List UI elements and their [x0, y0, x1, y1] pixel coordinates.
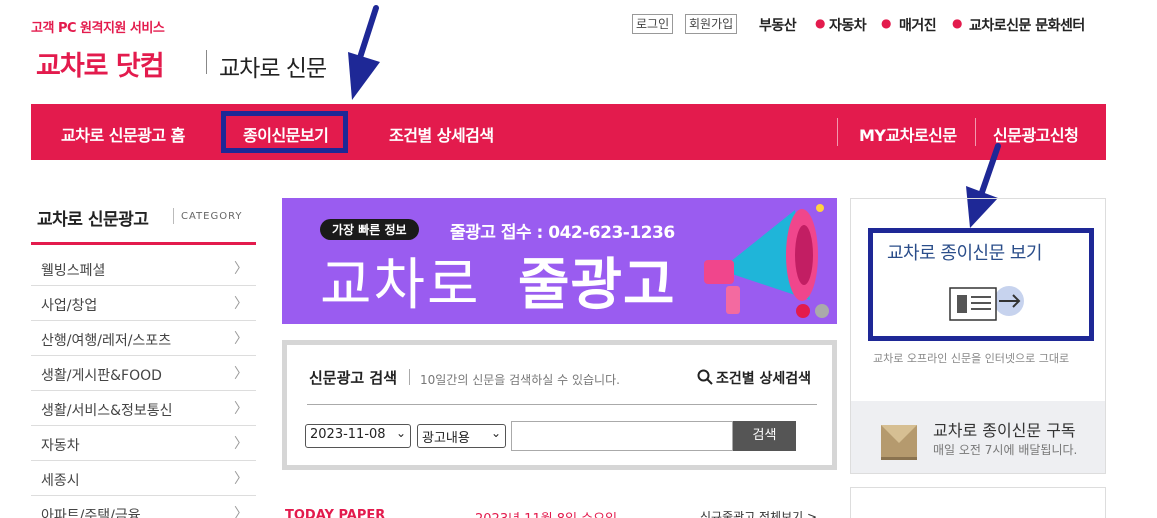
nav-divider — [837, 118, 838, 146]
advanced-search-label: 조건별 상세검색 — [716, 371, 812, 387]
envelope-icon — [881, 425, 917, 460]
slide-indicator-active[interactable] — [796, 304, 810, 318]
sidebar-item-sejong[interactable]: 세종시 〉 — [31, 461, 256, 496]
sidebar-item-label: 산행/여행/레저/스포츠 — [41, 333, 172, 349]
chevron-right-icon: 〉 — [234, 296, 248, 312]
chevron-down-icon: ⌄ — [490, 426, 501, 440]
main-nav: 교차로 신문광고 홈 종이신문보기 조건별 상세검색 MY교차로신문 신문광고신… — [31, 104, 1106, 160]
remote-support-link[interactable]: 고객 PC 원격지원 서비스 — [31, 17, 165, 36]
banner-pill: 가장 빠른 정보 — [320, 219, 419, 240]
search-description: 10일간의 신문을 검색하실 수 있습니다. — [420, 373, 620, 387]
subscribe-description: 매일 오전 7시에 배달됩니다. — [933, 443, 1078, 457]
sidebar-item-label: 세종시 — [41, 473, 80, 489]
sidebar-item-life-service[interactable]: 생활/서비스&정보통신 〉 — [31, 391, 256, 426]
sidebar-item-label: 사업/창업 — [41, 298, 98, 314]
sidebar-item-leisure[interactable]: 산행/여행/레저/스포츠 〉 — [31, 321, 256, 356]
chevron-right-icon: 〉 — [234, 436, 248, 452]
chevron-right-icon: 〉 — [234, 401, 248, 417]
sidebar-title: 교차로 신문광고 — [37, 210, 149, 230]
chevron-right-icon: 〉 — [234, 471, 248, 487]
bullet-icon: ● — [952, 16, 963, 30]
newspaper-arrow-icon[interactable] — [947, 282, 1029, 324]
slide-indicator[interactable] — [815, 304, 829, 318]
nav-my-paper[interactable]: MY교차로신문 — [859, 122, 957, 146]
logo-divider — [206, 50, 207, 74]
subscribe-title: 교차로 종이신문 구독 — [933, 421, 1076, 440]
logo[interactable]: 교차로 닷컴 — [36, 44, 165, 83]
sidebar-title-divider — [173, 208, 174, 224]
today-paper-date: 2023년 11월 8일 수요일 — [475, 508, 617, 518]
ad-search-panel: 신문광고 검색 10일간의 신문을 검색하실 수 있습니다. 조건별 상세검색 … — [282, 340, 837, 470]
top-link-realestate[interactable]: 부동산 — [759, 15, 797, 35]
sidebar-item-life-food[interactable]: 생활/게시판&FOOD 〉 — [31, 356, 256, 391]
sidebar-item-label: 생활/게시판&FOOD — [41, 368, 162, 384]
promo-banner[interactable]: 가장 빠른 정보 줄광고 접수 : 042-623-1236 교차로 줄광고 — [282, 198, 837, 324]
search-title-divider — [409, 369, 410, 385]
page: 고객 PC 원격지원 서비스 교차로 닷컴 교차로 신문 로그인 회원가입 부동… — [0, 0, 1157, 518]
search-button[interactable]: 검색 — [733, 421, 796, 451]
banner-word-1: 교차로 — [320, 253, 481, 318]
highlight-box-nav — [221, 111, 348, 153]
top-link-culture-center[interactable]: 교차로신문 문화센터 — [969, 15, 1085, 35]
search-divider — [307, 404, 817, 405]
sidebar-item-label: 웰빙스페셜 — [41, 263, 106, 279]
today-all-link[interactable]: 신규줄광고 전체보기 > — [700, 508, 817, 518]
paper-view-description: 교차로 오프라인 신문을 인터넷으로 그대로 — [873, 352, 1070, 365]
search-type-select[interactable]: 광고내용 ⌄ — [417, 424, 506, 448]
paper-view-title[interactable]: 교차로 종이신문 보기 — [887, 239, 1042, 265]
top-link-magazine[interactable]: 매거진 — [899, 15, 937, 35]
sidebar-item-label: 자동차 — [41, 438, 80, 454]
chevron-down-icon: ⌄ — [395, 426, 406, 440]
sidebar-item-label: 생활/서비스&정보통신 — [41, 403, 173, 419]
subscribe-banner[interactable]: 교차로 종이신문 구독 매일 오전 7시에 배달됩니다. — [851, 401, 1105, 473]
sidebar-item-car[interactable]: 자동차 〉 — [31, 426, 256, 461]
nav-home[interactable]: 교차로 신문광고 홈 — [61, 122, 185, 146]
sidebar-item-label: 아파트/주택/금융 — [41, 508, 141, 518]
bullet-icon: ● — [881, 16, 892, 30]
nav-advanced-search[interactable]: 조건별 상세검색 — [389, 122, 494, 146]
date-select-value: 2023-11-08 — [310, 427, 386, 442]
top-link-car[interactable]: 자동차 — [829, 15, 867, 35]
chevron-right-icon: 〉 — [234, 506, 248, 518]
logo-subtitle[interactable]: 교차로 신문 — [219, 49, 327, 83]
search-input[interactable] — [511, 421, 733, 451]
chevron-right-icon: 〉 — [234, 261, 248, 277]
sidebar-item-business[interactable]: 사업/창업 〉 — [31, 286, 256, 321]
annotation-arrow-icon — [348, 5, 380, 100]
search-title: 신문광고 검색 — [309, 369, 398, 387]
today-paper-label: TODAY PAPER — [285, 508, 386, 518]
sidebar-item-wellbeing[interactable]: 웰빙스페셜 〉 — [31, 251, 256, 286]
sidebar-item-apartment[interactable]: 아파트/주택/금융 〉 — [31, 496, 256, 518]
chevron-right-icon: 〉 — [234, 331, 248, 347]
sidebar-rule — [31, 242, 256, 245]
right-panel-lower — [850, 487, 1106, 518]
bullet-icon: ● — [815, 16, 826, 30]
chevron-right-icon: 〉 — [234, 366, 248, 382]
sidebar-category-label: CATEGORY — [181, 211, 243, 222]
join-button[interactable]: 회원가입 — [685, 14, 738, 34]
paper-view-panel: 교차로 종이신문 보기 교차로 오프라인 신문을 인터넷으로 그대로 교차로 종… — [850, 198, 1106, 474]
search-icon — [697, 369, 713, 385]
login-button[interactable]: 로그인 — [632, 14, 674, 34]
date-select[interactable]: 2023-11-08 ⌄ — [305, 424, 411, 448]
search-type-value: 광고내용 — [422, 431, 470, 446]
banner-word-2: 줄광고 — [518, 253, 676, 318]
